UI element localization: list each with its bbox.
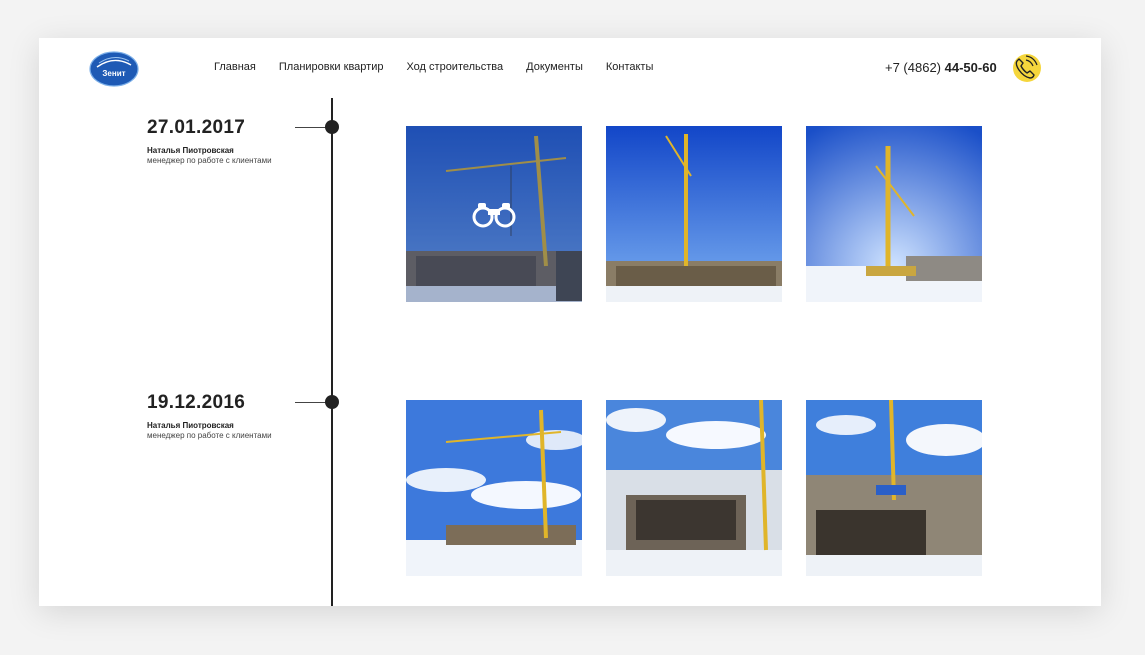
- photo-hover-overlay: [406, 126, 582, 302]
- construction-photo[interactable]: [406, 400, 582, 576]
- construction-photo[interactable]: [606, 126, 782, 302]
- construction-photo[interactable]: [806, 400, 982, 576]
- nav-item-construction[interactable]: Ход строительства: [406, 60, 503, 74]
- nav-item-documents[interactable]: Документы: [526, 60, 583, 74]
- nav-item-home[interactable]: Главная: [214, 60, 256, 74]
- phone-main: 44-50-60: [944, 60, 997, 75]
- binoculars-icon: [472, 203, 516, 228]
- construction-photo[interactable]: [606, 400, 782, 576]
- zenit-logo[interactable]: Зенит: [89, 51, 139, 87]
- construction-photo[interactable]: [806, 126, 982, 302]
- construction-photo[interactable]: [406, 126, 582, 302]
- entry-author: Наталья Пиотровская: [147, 146, 234, 155]
- phone-call-icon[interactable]: [1010, 52, 1042, 84]
- timeline-dot: [325, 395, 339, 409]
- nav-item-contacts[interactable]: Контакты: [606, 60, 654, 74]
- entry-date: 27.01.2017: [147, 117, 246, 138]
- timeline-dot: [325, 120, 339, 134]
- timeline-line: [331, 98, 333, 606]
- main-nav: Главная Планировки квартир Ход строитель…: [214, 60, 676, 74]
- entry-role: менеджер по работе с клиентами: [147, 156, 272, 165]
- entry-author: Наталья Пиотровская: [147, 421, 234, 430]
- entry-date: 19.12.2016: [147, 392, 246, 413]
- phone-prefix: +7 (4862): [885, 60, 942, 75]
- page-card: Зенит Главная Планировки квартир Ход стр…: [39, 38, 1101, 606]
- phone-number[interactable]: +7 (4862) 44-50-60: [885, 60, 997, 76]
- nav-item-layouts[interactable]: Планировки квартир: [279, 60, 384, 74]
- entry-role: менеджер по работе с клиентами: [147, 431, 272, 440]
- svg-text:Зенит: Зенит: [102, 69, 125, 78]
